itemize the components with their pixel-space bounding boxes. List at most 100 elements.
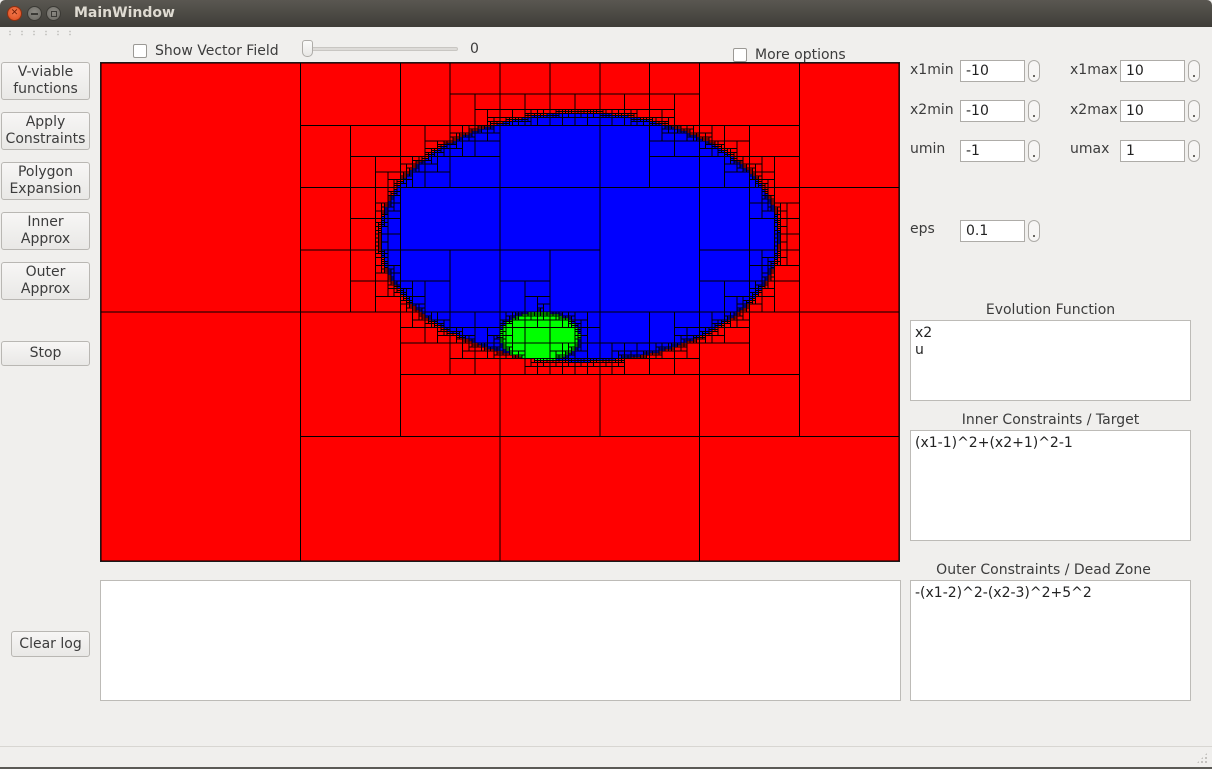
- slider-handle[interactable]: [302, 40, 313, 57]
- paving-box-viable: [499, 124, 601, 188]
- paving-box-viable: [761, 272, 769, 278]
- paving-box-outside: [574, 93, 601, 111]
- x2max-input[interactable]: 10: [1120, 100, 1185, 122]
- paving-box-outside: [717, 140, 725, 146]
- paving-box-outside: [487, 109, 501, 118]
- x2max-spinner[interactable]: [1188, 100, 1200, 122]
- paving-box-outside: [780, 233, 788, 243]
- paving-box-outside: [449, 93, 476, 126]
- paving-box-viable: [487, 342, 495, 348]
- close-window-button[interactable]: ✕: [7, 6, 22, 21]
- paving-box-outside: [674, 346, 682, 352]
- paving-box-viable: [505, 311, 513, 317]
- paving-box-viable: [599, 342, 613, 360]
- paving-box-outside: [549, 362, 557, 367]
- paving-box-viable: [393, 264, 401, 274]
- paving-box-viable: [586, 327, 601, 344]
- paving-box-outside: [405, 307, 414, 313]
- x2min-spinner[interactable]: [1028, 100, 1040, 122]
- paving-box-outside: [624, 93, 651, 111]
- paving-box-target: [543, 315, 551, 321]
- paving-box-outside: [555, 362, 563, 367]
- paving-box-viable: [761, 264, 769, 274]
- minimize-window-button[interactable]: [27, 6, 42, 21]
- paving-box-viable: [736, 303, 744, 309]
- umax-input[interactable]: 1: [1120, 140, 1185, 162]
- log-output[interactable]: [100, 580, 901, 701]
- outer-constraints-input[interactable]: -(x1-2)^2-(x2-3)^2+5^2: [910, 580, 1191, 701]
- paving-box-outside: [599, 373, 700, 437]
- paving-box-viable: [493, 342, 501, 348]
- paving-box-target: [549, 342, 563, 352]
- paving-box-viable: [723, 311, 732, 317]
- vector-field-slider[interactable]: [302, 47, 458, 51]
- paving-box-viable: [574, 319, 582, 325]
- paving-box-outside: [780, 241, 788, 251]
- eps-input[interactable]: 0.1: [960, 220, 1025, 242]
- more-options-checkbox[interactable]: [733, 48, 747, 62]
- x1max-spinner[interactable]: [1188, 60, 1200, 82]
- paving-box-viable: [699, 155, 725, 189]
- paving-box-outside: [649, 63, 701, 95]
- paving-box-outside: [786, 233, 800, 251]
- paving-box-viable: [399, 280, 414, 290]
- paving-box-target: [549, 327, 576, 344]
- paving-box-viable: [418, 303, 426, 309]
- paving-box-outside: [399, 327, 426, 344]
- inner-approx-button[interactable]: Inner Approx: [1, 212, 90, 250]
- paving-box-viable: [586, 113, 595, 118]
- paving-box-viable: [686, 327, 701, 336]
- paving-box-outside: [530, 362, 538, 367]
- paving-box-outside: [374, 171, 389, 189]
- more-options-label: More options: [755, 47, 846, 63]
- paving-box-viable: [649, 155, 701, 189]
- toolbar-grip-handle[interactable]: [4, 30, 76, 36]
- paving-box-outside: [674, 358, 700, 375]
- x1min-input[interactable]: -10: [960, 60, 1025, 82]
- eps-spinner[interactable]: [1028, 220, 1040, 242]
- show-vector-field-checkbox[interactable]: [133, 44, 147, 58]
- umin-input[interactable]: -1: [960, 140, 1025, 162]
- paving-box-viable: [487, 327, 501, 336]
- paving-box-outside: [699, 342, 750, 375]
- paving-box-viable: [574, 113, 582, 118]
- evolution-function-input[interactable]: x2 u: [910, 320, 1191, 401]
- stop-button[interactable]: Stop: [1, 341, 90, 366]
- paving-box-outside: [424, 140, 439, 150]
- polygon-expansion-button[interactable]: Polygon Expansion: [1, 162, 90, 200]
- x1min-spinner[interactable]: [1028, 60, 1040, 82]
- paving-box-outside: [748, 124, 800, 157]
- paving-box-viable: [723, 171, 750, 189]
- paving-box-viable: [723, 280, 750, 297]
- paving-box-viable: [399, 187, 501, 251]
- paving-box-outside: [462, 342, 470, 352]
- outer-approx-button[interactable]: Outer Approx: [1, 262, 90, 300]
- paving-box-outside: [505, 354, 513, 360]
- x1max-input[interactable]: 10: [1120, 60, 1185, 82]
- paving-canvas[interactable]: [100, 62, 900, 562]
- paving-box-outside: [674, 93, 700, 126]
- clear-log-button[interactable]: Clear log: [11, 631, 90, 657]
- paving-box-outside: [767, 179, 775, 189]
- apply-constraints-button[interactable]: Apply Constraints: [1, 112, 90, 150]
- paving-box-viable: [418, 163, 426, 173]
- v-viable-functions-button[interactable]: V-viable functions: [1, 62, 90, 100]
- paving-box-outside: [699, 373, 800, 437]
- paving-box-viable: [474, 311, 501, 329]
- paving-box-viable: [680, 334, 688, 340]
- paving-box-outside: [387, 284, 395, 290]
- paving-box-viable: [449, 144, 457, 150]
- paving-box-outside: [780, 225, 788, 235]
- paving-box-target: [505, 323, 513, 329]
- maximize-window-button[interactable]: [46, 6, 61, 21]
- paving-box-viable: [381, 241, 389, 251]
- inner-constraints-input[interactable]: (x1-1)^2+(x2+1)^2-1: [910, 430, 1191, 541]
- x2min-input[interactable]: -10: [960, 100, 1025, 122]
- paving-box-viable: [742, 295, 750, 301]
- resize-grip[interactable]: [1196, 752, 1208, 764]
- paving-box-outside: [736, 140, 750, 157]
- paving-box-outside: [655, 116, 663, 122]
- paving-box-viable: [611, 116, 626, 126]
- umax-spinner[interactable]: [1188, 140, 1200, 162]
- umin-spinner[interactable]: [1028, 140, 1040, 162]
